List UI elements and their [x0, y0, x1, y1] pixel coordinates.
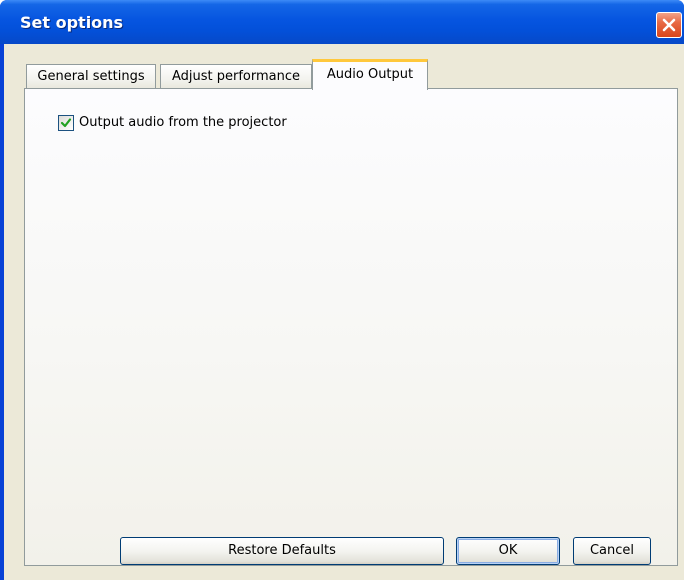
set-options-dialog: Set options General settings Adjust perf…	[0, 0, 684, 580]
close-button[interactable]	[656, 12, 682, 38]
tab-general-settings[interactable]: General settings	[26, 64, 156, 89]
close-icon	[662, 18, 676, 32]
tab-audio-output[interactable]: Audio Output	[312, 59, 428, 90]
checkmark-icon	[60, 118, 72, 128]
tab-label: General settings	[37, 69, 145, 84]
ok-button[interactable]: OK	[456, 537, 560, 565]
audio-output-panel: Output audio from the projector	[24, 88, 678, 566]
cancel-button[interactable]: Cancel	[573, 537, 651, 565]
title-bar[interactable]: Set options	[0, 0, 684, 44]
restore-defaults-button[interactable]: Restore Defaults	[120, 537, 444, 565]
window-title: Set options	[20, 13, 124, 32]
dialog-body: General settings Adjust performance Audi…	[4, 44, 684, 580]
tab-label: Audio Output	[326, 67, 414, 82]
output-audio-checkbox[interactable]	[58, 115, 74, 131]
output-audio-label: Output audio from the projector	[79, 115, 287, 130]
tab-adjust-performance[interactable]: Adjust performance	[160, 64, 312, 89]
tab-label: Adjust performance	[171, 69, 301, 84]
